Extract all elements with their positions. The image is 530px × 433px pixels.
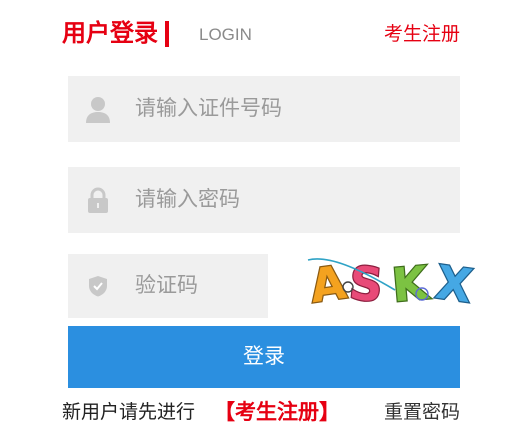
- reset-password-link[interactable]: 重置密码: [384, 401, 460, 425]
- captcha-letter: S: [347, 256, 385, 309]
- id-number-input[interactable]: [68, 76, 460, 142]
- page-subtitle: LOGIN: [199, 25, 252, 44]
- page-title: 用户登录: [62, 20, 158, 47]
- footer-register-link[interactable]: 【考生注册】: [214, 400, 340, 425]
- login-button[interactable]: 登录: [68, 326, 460, 388]
- captcha-image[interactable]: A S K X: [300, 254, 480, 309]
- register-link[interactable]: 考生注册: [384, 23, 460, 47]
- password-field[interactable]: [68, 167, 460, 233]
- title-divider: [165, 21, 169, 47]
- captcha-letter: A: [307, 255, 350, 309]
- password-input[interactable]: [68, 167, 460, 233]
- captcha-input[interactable]: [68, 254, 268, 318]
- captcha-letter: K: [390, 255, 433, 309]
- captcha-field[interactable]: [68, 254, 268, 318]
- captcha-letter: X: [433, 255, 476, 309]
- id-number-field[interactable]: [68, 76, 460, 142]
- new-user-prompt: 新用户请先进行: [62, 402, 196, 423]
